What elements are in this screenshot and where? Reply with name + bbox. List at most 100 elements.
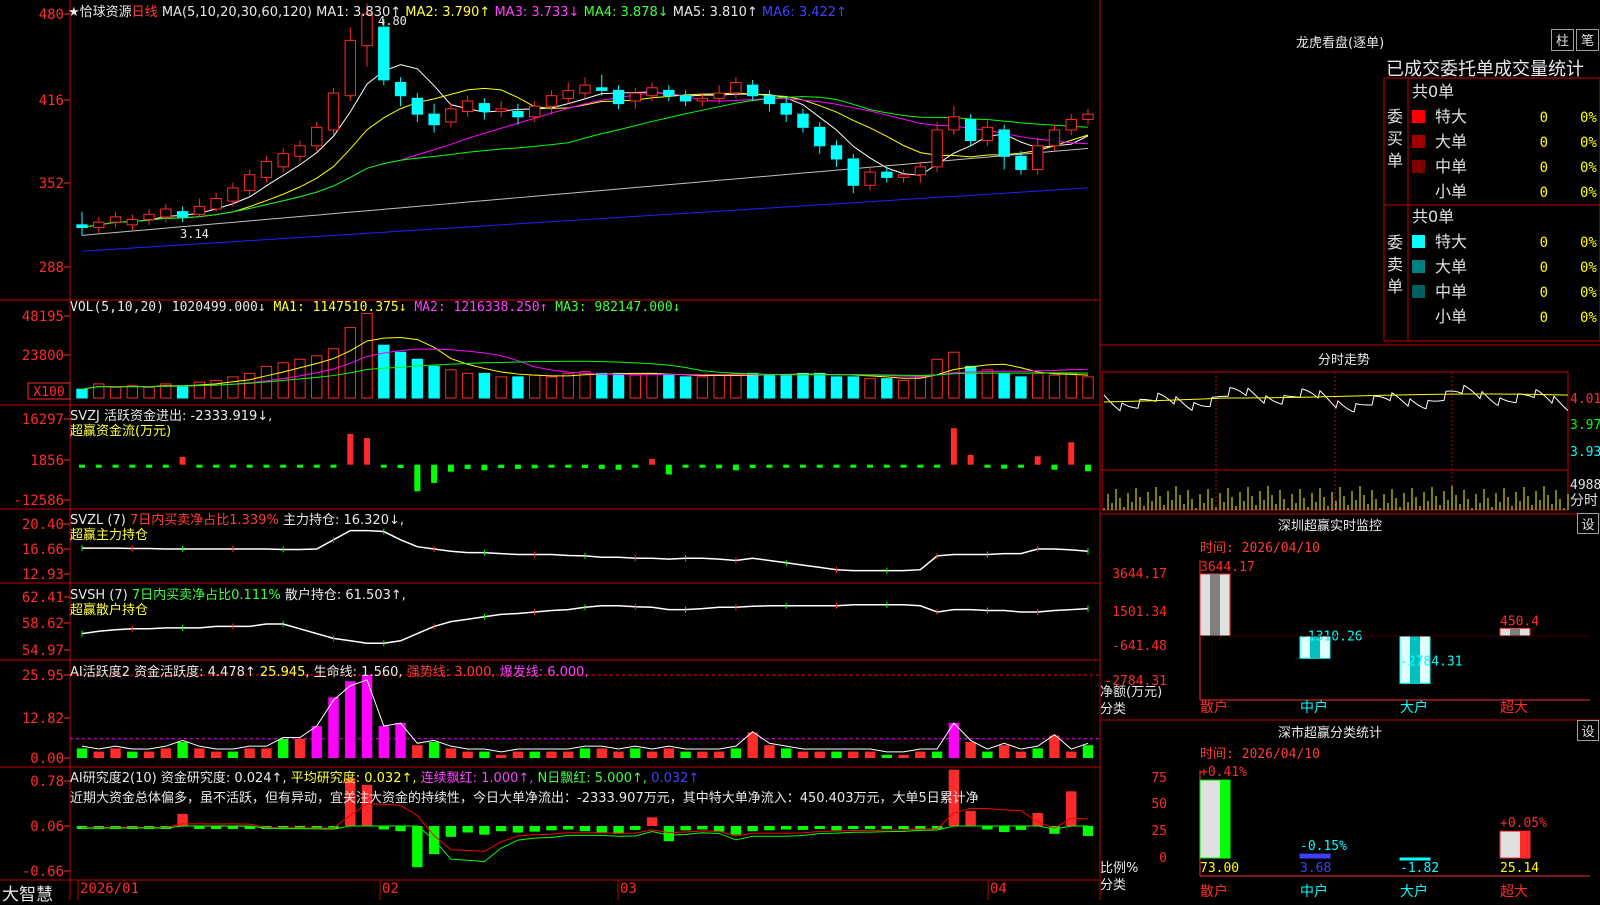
intraday-title: 分时走势 (1318, 353, 1371, 368)
sell-row-name: 特大 (1435, 232, 1467, 251)
ai2-b: 平均研究度: 0.032↑, (290, 771, 417, 786)
vol-ma1: MA1: 1147510.375↓ (273, 300, 407, 315)
sz-monitor-time: 时间: 2026/04/10 (1200, 541, 1320, 556)
date-label-2: 03 (620, 881, 637, 897)
sz-class-bottom-label: -1.82 (1400, 861, 1439, 876)
candle-body (713, 92, 725, 99)
candle-body (193, 205, 206, 215)
candle-body (763, 95, 776, 105)
candle-body (981, 126, 994, 141)
intraday-axis-label: 3.970 (1570, 418, 1600, 433)
sell-row-pct: 0% (1580, 310, 1597, 326)
intraday-avg-line (1103, 393, 1569, 403)
activity-bar (462, 751, 473, 758)
stock-name: 恰球资源 (79, 5, 132, 20)
axis-label: 480 (39, 7, 64, 23)
fund-flow-bar (582, 464, 588, 469)
candle-body (109, 216, 122, 223)
research-bar (680, 826, 691, 831)
volume-bar (327, 348, 340, 399)
sz-monitor-settings-button[interactable]: 设 (1577, 513, 1599, 534)
intraday-price-line (1103, 384, 1569, 413)
axis-label: -0.66 (22, 864, 64, 880)
low-price-label: 3.14 (180, 227, 209, 241)
sz-class-bottom-label: 25.14 (1500, 861, 1539, 876)
sz-monitor-value: -1310.26 (1300, 629, 1363, 644)
research-bar (412, 826, 423, 868)
volume-bar (478, 372, 491, 399)
research-bar (495, 826, 507, 832)
activity-bar (831, 751, 842, 758)
fund-flow-bar (531, 464, 538, 469)
volume-bar (1065, 372, 1077, 399)
chart-canvas[interactable]: 480 416 352 288 48195 23800 16297 1856 -12586 20.… (0, 0, 1600, 900)
candle-body (562, 89, 574, 99)
activity-bar (730, 748, 742, 758)
research-bar (663, 826, 675, 842)
axis-label: 12.93 (22, 567, 64, 583)
sz-class-top-label: +0.41% (1200, 765, 1247, 780)
axis-label: 1856 (30, 453, 64, 469)
volume-bar (529, 374, 541, 399)
sz-monitor-axis-label: -641.48 (1112, 639, 1167, 654)
candle-body (629, 92, 641, 102)
volume-bar (730, 372, 742, 399)
volume-bar (931, 358, 943, 399)
activity-bar (1049, 735, 1060, 758)
intraday-label: 分时 (1570, 493, 1598, 509)
axis-label: 0.06 (30, 819, 64, 835)
svsh-desc2: 散户持仓: 61.503↑, (284, 588, 406, 603)
ai1-e: 爆发线: 6.000, (499, 665, 589, 680)
activity-bar (814, 751, 825, 758)
volume-bar (881, 378, 893, 399)
svzj-sub: 超赢资金流(万元) (70, 424, 172, 439)
axis-label: 352 (39, 176, 64, 192)
buy-row-swatch (1412, 160, 1425, 173)
fund-flow-bar (481, 464, 488, 471)
sz-monitor-cat: 中户 (1300, 699, 1328, 716)
volume-bar (227, 376, 239, 399)
svzl-desc1: 7日内买卖净占比1.339% (129, 513, 279, 528)
ai2-c: 连续飘红: 1.000↑, (420, 771, 534, 786)
research-bar (546, 826, 557, 831)
fund-flow-bar (380, 464, 387, 468)
period-label[interactable]: 日线 (132, 5, 158, 20)
ai1-title: AI活跃度2 (70, 665, 130, 680)
axis-label: 0.78 (30, 774, 64, 790)
activity-bar (311, 726, 322, 758)
volume-bar (512, 376, 524, 399)
volume-bar (596, 372, 608, 399)
fund-flow-bar (699, 464, 706, 468)
candle-body (897, 174, 910, 178)
activity-bar (864, 751, 876, 758)
fund-flow-bar (934, 464, 941, 468)
sz-class-bar-shade (1520, 831, 1530, 858)
fund-flow-bar (682, 464, 689, 468)
research-bar (512, 826, 524, 833)
activity-bar (261, 748, 272, 758)
volume-bar (445, 369, 457, 399)
fund-flow-bar (296, 464, 303, 468)
volume-bar (126, 385, 138, 399)
candle-body (529, 105, 541, 118)
candle-body (378, 26, 390, 81)
sell-row-count: 0 (1540, 260, 1548, 276)
volume-bar (948, 351, 960, 399)
vol-value: 1020499.000↓ (171, 300, 266, 315)
fund-flow-bar (347, 433, 354, 465)
candle-body (143, 213, 155, 221)
sell-row-name: 小单 (1435, 307, 1467, 326)
candle-body (864, 171, 876, 186)
tick-view-button[interactable]: 笔 (1576, 29, 1599, 51)
bar-view-button[interactable]: 柱 (1551, 29, 1574, 51)
volume-bar (646, 372, 658, 399)
fund-flow-bar (246, 464, 253, 468)
research-bar (848, 826, 859, 829)
candle-body (746, 84, 759, 97)
sz-class-settings-button[interactable]: 设 (1577, 720, 1599, 741)
buy-order-label: 委 (1387, 107, 1403, 126)
activity-bar (579, 748, 591, 758)
volume-bar (814, 372, 826, 399)
volume-bar (713, 374, 725, 399)
fund-flow-bar (833, 464, 840, 468)
